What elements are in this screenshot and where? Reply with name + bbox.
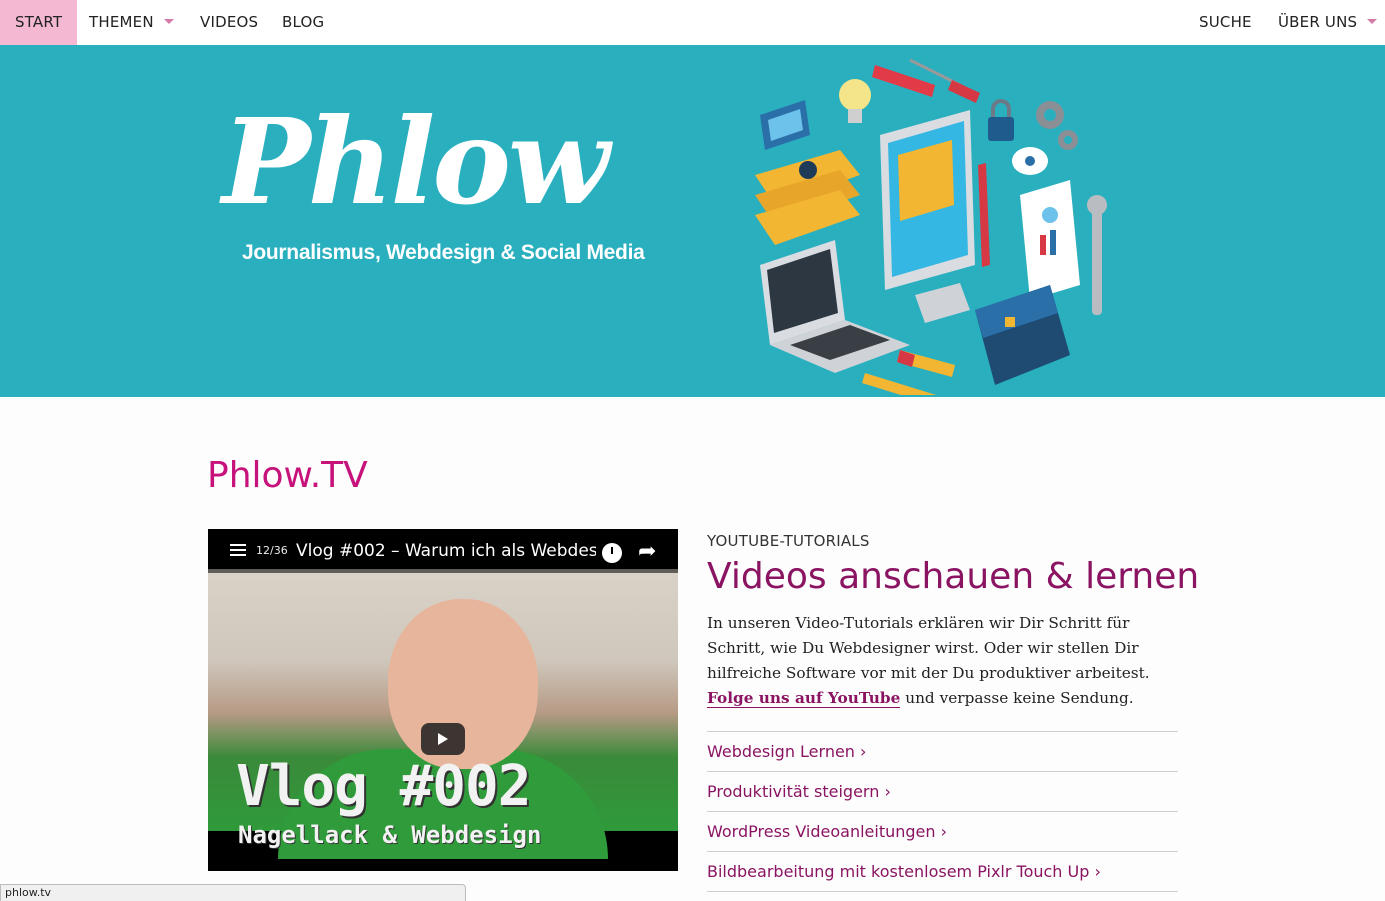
site-logo[interactable]: Phlow [222, 103, 610, 221]
report-icon [1020, 180, 1080, 300]
briefcase-icon [975, 285, 1070, 385]
video-overlay-subtitle: Nagellack & Webdesign [238, 821, 542, 849]
link-webdesign-lernen[interactable]: Webdesign Lernen › [707, 732, 1178, 772]
tutorial-links-list: Webdesign Lernen › Produktivität steiger… [707, 731, 1178, 892]
media-controls-icon [872, 65, 935, 97]
nav-themen[interactable]: THEMEN [74, 0, 189, 45]
lightbulb-icon [839, 79, 871, 123]
nav-ueber-uns[interactable]: ÜBER UNS [1263, 0, 1385, 45]
share-icon[interactable]: ➦ [638, 541, 656, 563]
ruler-icon [862, 373, 937, 395]
chat-bubble-icon [1012, 147, 1048, 175]
video-overlay-title: Vlog #002 [236, 754, 531, 819]
battery-icon [897, 350, 955, 377]
monitor-icon [880, 110, 975, 323]
nav-videos[interactable]: VIDEOS [185, 0, 273, 45]
kicker-label: YOUTUBE-TUTORIALS [707, 532, 870, 550]
browser-status-bar: phlow.tv [0, 884, 466, 901]
nav-ueber-uns-label: ÜBER UNS [1278, 13, 1358, 31]
nav-start[interactable]: START [0, 0, 78, 45]
link-bildbearbeitung[interactable]: Bildbearbeitung mit kostenlosem Pixlr To… [707, 852, 1178, 892]
pen-icon [978, 163, 990, 267]
intro-text: In unseren Video-Tutorials erklären wir … [707, 614, 1150, 682]
top-navigation: START THEMEN VIDEOS BLOG SUCHE ÜBER UNS [0, 0, 1385, 46]
gear-icon [1036, 101, 1078, 150]
playlist-icon[interactable] [230, 544, 246, 558]
chevron-down-icon [1367, 18, 1378, 24]
webdesign-illustration [755, 58, 1107, 395]
youtube-video-player[interactable]: Vlog #002 Nagellack & Webdesign 12/36 Vl… [208, 529, 678, 871]
play-icon[interactable] [421, 723, 465, 755]
nav-themen-label: THEMEN [89, 13, 154, 31]
chevron-down-icon [163, 18, 174, 24]
hero-banner: Phlow Journalismus, Webdesign & Social M… [0, 45, 1385, 397]
link-wordpress-videos[interactable]: WordPress Videoanleitungen › [707, 812, 1178, 852]
video-tile-icon [760, 100, 810, 150]
video-thumbnail[interactable]: Vlog #002 Nagellack & Webdesign [208, 569, 678, 859]
youtube-follow-link[interactable]: Folge uns auf YouTube [707, 689, 901, 708]
headline: Videos anschauen & lernen [707, 556, 1200, 597]
nav-suche[interactable]: SUCHE [1184, 0, 1267, 45]
video-title-link[interactable]: Vlog #002 – Warum ich als Webdesi... [296, 541, 596, 561]
wrench-icon [1087, 195, 1107, 315]
video-header-bar: 12/36 Vlog #002 – Warum ich als Webdesi.… [208, 529, 678, 573]
playlist-count: 12/36 [256, 544, 288, 557]
section-title: Phlow.TV [207, 455, 368, 496]
intro-paragraph: In unseren Video-Tutorials erklären wir … [707, 611, 1179, 711]
link-produktivitaet[interactable]: Produktivität steigern › [707, 772, 1178, 812]
books-icon [755, 150, 860, 245]
site-tagline: Journalismus, Webdesign & Social Media [242, 241, 645, 264]
watch-later-icon[interactable] [602, 543, 622, 563]
lock-icon [988, 99, 1014, 141]
nav-blog[interactable]: BLOG [267, 0, 339, 45]
intro-text-end: und verpasse keine Sendung. [900, 689, 1134, 707]
